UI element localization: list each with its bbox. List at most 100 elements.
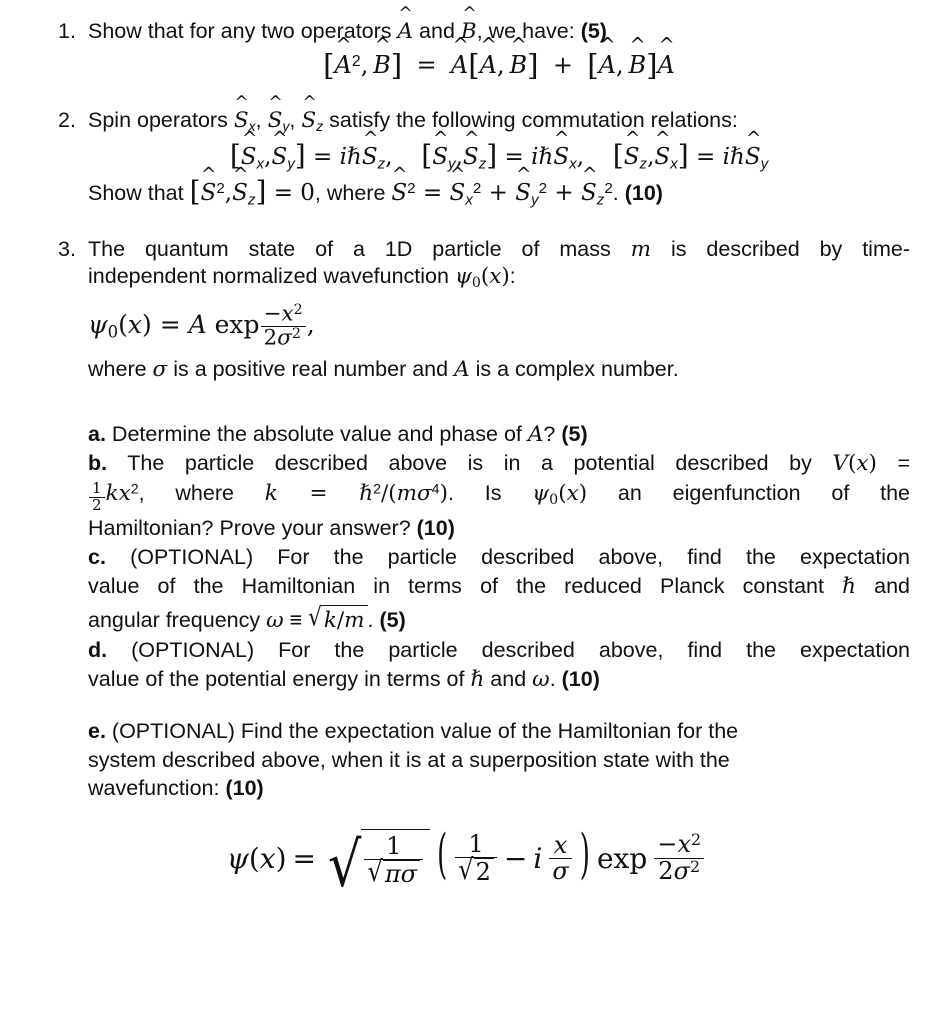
subpart-d-line-1: d. (OPTIONAL) For the particle described… bbox=[88, 636, 910, 665]
omega-symbol-d: ω bbox=[532, 666, 550, 692]
subpart-c-text-d: . bbox=[367, 608, 380, 633]
problem-3-wavefunction-equation: ψ0(x) = A exp −x2 2σ2, bbox=[88, 301, 315, 351]
radicand-denominator: √πσ bbox=[367, 857, 421, 887]
subpart-e-line-1: e. (OPTIONAL) Find the expectation value… bbox=[88, 717, 910, 746]
subpart-a: a. Determine the absolute value and phas… bbox=[0, 420, 932, 450]
problem-1: 1. Show that for any two operators A and… bbox=[0, 18, 932, 81]
subpart-e-line-3: wavefunction: (10) bbox=[88, 774, 910, 803]
problem-2-points: (10) bbox=[624, 180, 663, 205]
subpart-b-text-e-tail: Hamiltonian? Prove your answer? bbox=[88, 515, 417, 540]
hbar-symbol-d: ℏ bbox=[470, 666, 485, 692]
subpart-d-text-a-tail: value of the potential energy in terms o… bbox=[88, 666, 471, 691]
subpart-b-text-b: = bbox=[876, 451, 911, 476]
problem-3: 3. The quantum state of a 1D particle of… bbox=[0, 236, 932, 384]
subpart-e-text-line1: (OPTIONAL) Find the expectation value of… bbox=[105, 718, 739, 743]
subpart-c: c. (OPTIONAL) For the particle described… bbox=[0, 543, 932, 636]
final-exponent-fraction: −x2 2σ2 bbox=[654, 832, 705, 884]
subpart-e-text-line3: wavefunction: bbox=[88, 776, 226, 801]
paren-first-fraction: 1 √2 bbox=[455, 831, 497, 886]
subpart-c-line-1: c. (OPTIONAL) For the particle described… bbox=[88, 543, 910, 572]
subpart-e-text-line2: system described above, when it is at a … bbox=[88, 747, 730, 772]
subpart-a-label: a. bbox=[88, 421, 106, 446]
omega-symbol-c: ω bbox=[266, 608, 284, 634]
subpart-b-points: (10) bbox=[416, 515, 455, 540]
commutator-2: [Sy,Sz] = iℏSx, bbox=[421, 142, 584, 172]
problem-3-text-1b: is described by time- bbox=[651, 236, 910, 261]
subpart-e-label: e. bbox=[88, 718, 106, 743]
problem-2-show-definition: S2 = Sx2 + Sy2 + Sz2 bbox=[391, 179, 612, 208]
radicand-fraction: 1 √πσ bbox=[364, 832, 424, 888]
problem-2-show-equation: [S2,Sz] = 0 bbox=[190, 178, 315, 208]
problem-3-text-1a: The quantum state of a 1D particle of ma… bbox=[88, 236, 631, 261]
imaginary-unit-symbol: i bbox=[533, 841, 543, 875]
close-paren: ) bbox=[579, 824, 590, 887]
final-eq-minus: − bbox=[503, 841, 528, 875]
ratio-numerator: x bbox=[553, 830, 568, 859]
subpart-b-line-3: Hamiltonian? Prove your answer? (10) bbox=[88, 514, 910, 543]
subpart-d-line-2: value of the potential energy in terms o… bbox=[88, 665, 910, 695]
omega-sqrt-expression: √k/m bbox=[308, 603, 368, 636]
subpart-d-text-c: . bbox=[549, 666, 562, 691]
subpart-c-text-a-tail: value of the Hamiltonian in terms of the… bbox=[88, 573, 843, 598]
subpart-a-points: (5) bbox=[561, 421, 588, 446]
subpart-e-line-2: system described above, when it is at a … bbox=[88, 746, 910, 775]
problem-3-intro-line-1: The quantum state of a 1D particle of ma… bbox=[88, 236, 910, 264]
subpart-b-text-c: , where bbox=[138, 481, 265, 506]
subpart-d: d. (OPTIONAL) For the particle described… bbox=[0, 636, 932, 695]
subpart-c-line-3: angular frequency ω ≡ √k/m. (5) bbox=[88, 603, 910, 636]
subpart-a-symbol: A bbox=[527, 421, 544, 447]
subpart-b: b. The particle described above is in a … bbox=[0, 449, 932, 542]
mass-symbol: m bbox=[630, 236, 652, 262]
subpart-c-text-a-head: (OPTIONAL) For the particle described ab… bbox=[105, 544, 910, 569]
subpart-e-points: (10) bbox=[225, 776, 264, 801]
problem-3-text-2a: independent normalized wavefunction bbox=[88, 264, 455, 289]
radical-glyph: √ bbox=[327, 828, 362, 902]
problem-set-page: 1. Show that for any two operators A and… bbox=[0, 0, 932, 1024]
problem-3-text-2b: : bbox=[509, 264, 516, 289]
subpart-b-psi-symbol: ψ0(x) bbox=[532, 481, 588, 509]
x-over-sigma-fraction: x σ bbox=[549, 830, 572, 885]
commutator-1: [Sx,Sy] = iℏSz, bbox=[230, 142, 393, 172]
problem-3-where-a: where bbox=[88, 356, 153, 381]
subpart-c-text-b: angular frequency bbox=[88, 608, 267, 633]
subpart-b-line-2: 1 2 kx2, where k = ℏ2/(mσ4). Is ψ0(x) an e… bbox=[88, 479, 910, 514]
problem-2-show-mid: , where bbox=[314, 180, 392, 205]
gaussian-exponent-fraction: −x2 2σ2 bbox=[260, 302, 306, 350]
final-eq-radical: √ 1 √πσ bbox=[322, 828, 431, 902]
subpart-d-points: (10) bbox=[561, 666, 600, 691]
hbar-symbol-c: ℏ bbox=[842, 573, 856, 599]
problem-3-where-line: where σ is a positive real number and A … bbox=[0, 356, 910, 384]
subpart-d-label: d. bbox=[88, 638, 108, 663]
problem-2-text-suffix: satisfy the following commutation relati… bbox=[323, 108, 738, 133]
paren-first-denominator: √2 bbox=[458, 854, 494, 885]
problem-2-show-prefix: Show that bbox=[88, 180, 190, 205]
open-paren: ( bbox=[437, 824, 448, 887]
problem-1-number: 1. bbox=[58, 19, 76, 43]
subpart-b-line-1: b. The particle described above is in a … bbox=[88, 449, 910, 479]
problem-3-where-c: is a complex number. bbox=[469, 356, 679, 381]
subpart-c-text-c: ≡ bbox=[283, 608, 309, 633]
subpart-a-text-b: ? bbox=[543, 421, 562, 446]
subpart-b-text-e-head: an eigenfunction of the bbox=[587, 481, 911, 506]
k-expression: k = ℏ2/(mσ4) bbox=[264, 481, 448, 507]
potential-symbol: V(x) bbox=[832, 451, 877, 477]
subpart-d-text-a-head: (OPTIONAL) For the particle described ab… bbox=[107, 638, 910, 663]
subpart-b-text-a: The particle described above is in a pot… bbox=[107, 451, 833, 476]
exp-label: exp bbox=[596, 841, 648, 875]
problem-3-where-b: is a positive real number and bbox=[167, 356, 455, 381]
subpart-c-points: (5) bbox=[379, 608, 406, 633]
problem-2-statement: Spin operators Sx, Sy, Sz satisfy the fo… bbox=[88, 107, 910, 136]
potential-expression: 1 2 kx2 bbox=[88, 480, 139, 513]
final-eq-lhs: ψ(x) bbox=[226, 841, 287, 875]
amplitude-symbol: A bbox=[454, 356, 470, 382]
wavefunction-symbol: ψ0(x) bbox=[454, 264, 510, 292]
final-eq-equals: = bbox=[292, 841, 316, 875]
subpart-b-text-d: . Is bbox=[447, 481, 533, 506]
subpart-c-line-2: value of the Hamiltonian in terms of the… bbox=[88, 572, 910, 602]
ratio-denominator: σ bbox=[552, 856, 569, 885]
problem-2-show-suffix: . bbox=[612, 180, 625, 205]
radicand-numerator: 1 bbox=[386, 832, 402, 861]
problem-3-number: 3. bbox=[58, 236, 76, 261]
subpart-c-label: c. bbox=[88, 544, 106, 569]
problem-2-number: 2. bbox=[58, 108, 76, 133]
